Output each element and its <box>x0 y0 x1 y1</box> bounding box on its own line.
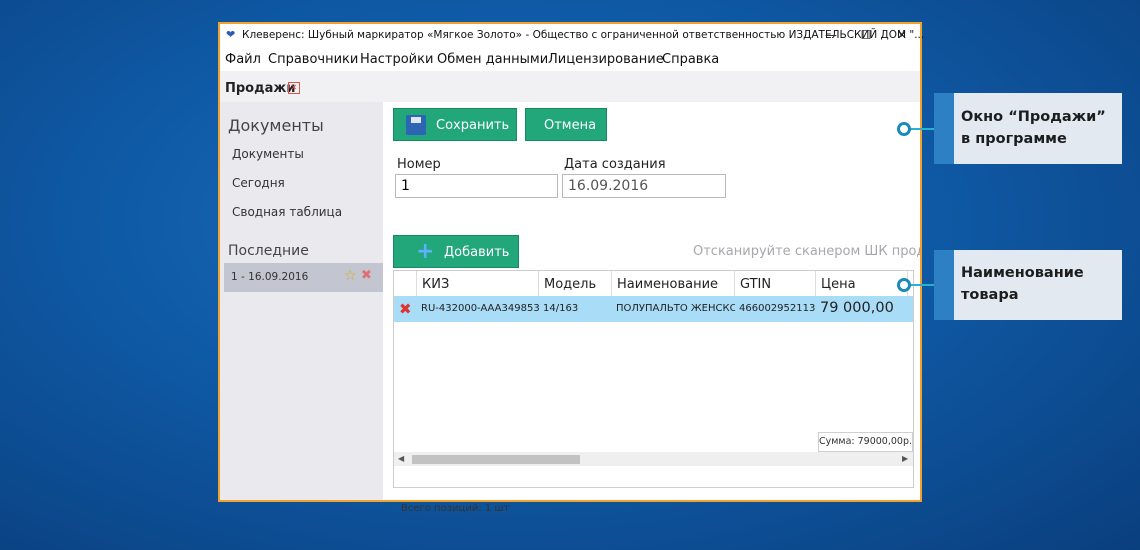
tab-sales[interactable]: Продажи <box>225 81 295 96</box>
callout-sales-window: Окно “Продажи” в программе <box>934 93 1122 164</box>
callout-connector <box>908 284 934 286</box>
menu-help[interactable]: Справка <box>662 52 719 67</box>
cell-gtin: 4660029521137 <box>739 303 816 314</box>
menu-file[interactable]: Файл <box>225 52 261 67</box>
save-button[interactable]: Сохранить <box>393 108 517 141</box>
date-label: Дата создания <box>564 157 666 172</box>
tab-row: Продажи ✕ <box>220 71 920 102</box>
sum-total: Сумма: 79000,00р. <box>818 432 913 452</box>
column-header-gtin[interactable]: GTIN <box>735 271 816 296</box>
scroll-left-icon[interactable]: ◀ <box>398 452 404 466</box>
callout-product-line-1: Наименование <box>961 265 1084 281</box>
title-bar: ❤ Клеверенс: Шубный маркиратор «Мягкое З… <box>220 24 924 47</box>
recent-item-label: 1 - 16.09.2016 <box>231 271 309 283</box>
callout-sales-line-1: Окно “Продажи” <box>961 109 1106 125</box>
delete-icon[interactable]: ✖ <box>361 268 372 283</box>
number-field[interactable]: 1 <box>395 174 558 198</box>
scan-hint: Отсканируйте сканером ШК проданный КИЗ и… <box>693 244 920 259</box>
sidebar-documents-header: Документы <box>228 116 324 135</box>
table-header: КИЗ Модель Наименование GTIN Цена <box>394 271 913 296</box>
plus-icon: + <box>416 239 435 264</box>
menu-references[interactable]: Справочники <box>268 52 358 67</box>
cell-name: ПОЛУПАЛЬТО ЖЕНСКО... <box>616 303 735 314</box>
cell-model: 14/163 <box>543 303 579 314</box>
cancel-button-label: Отмена <box>544 118 597 133</box>
minimize-button[interactable]: — <box>816 26 846 45</box>
tab-close-icon[interactable]: ✕ <box>288 82 300 94</box>
callout-connector <box>908 128 934 130</box>
callout-marker <box>897 122 911 136</box>
scroll-right-icon[interactable]: ▶ <box>902 452 908 466</box>
sidebar: Документы Документы Сегодня Сводная табл… <box>220 102 383 500</box>
horizontal-scrollbar[interactable]: ◀ ▶ <box>394 452 913 466</box>
maximize-button[interactable]: ☐ <box>851 26 881 45</box>
items-table: КИЗ Модель Наименование GTIN Цена ✖ RU-4… <box>393 270 914 488</box>
scroll-thumb[interactable] <box>412 455 580 464</box>
callout-product-line-2: товара <box>961 287 1019 303</box>
sales-window: ❤ Клеверенс: Шубный маркиратор «Мягкое З… <box>218 22 924 514</box>
callout-marker <box>897 278 911 292</box>
menu-data-exchange[interactable]: Обмен данными <box>437 52 548 67</box>
number-label: Номер <box>397 157 441 172</box>
table-row[interactable]: ✖ RU-432000-AAA3498532 14/163 ПОЛУПАЛЬТО… <box>394 296 913 322</box>
sidebar-item-summary[interactable]: Сводная таблица <box>232 205 342 219</box>
star-icon[interactable]: ☆ <box>344 268 357 284</box>
cell-kiz: RU-432000-AAA3498532 <box>421 303 539 314</box>
column-header-kiz[interactable]: КИЗ <box>417 271 539 296</box>
add-button-label: Добавить <box>444 245 510 260</box>
sidebar-item-today[interactable]: Сегодня <box>232 176 285 190</box>
callout-sales-line-2: в программе <box>961 131 1067 147</box>
floppy-disk-icon <box>406 115 426 135</box>
sidebar-item-documents[interactable]: Документы <box>232 147 304 161</box>
remove-row-icon[interactable]: ✖ <box>399 300 412 318</box>
app-logo-icon: ❤ <box>226 28 236 41</box>
sidebar-recent-header: Последние <box>228 243 309 259</box>
date-field[interactable]: 16.09.2016 <box>562 174 726 198</box>
menu-licensing[interactable]: Лицензирование <box>548 52 664 67</box>
column-header-price[interactable]: Цена <box>816 271 908 296</box>
add-button[interactable]: + Добавить <box>393 235 519 268</box>
column-header-delete <box>394 271 417 296</box>
column-header-name[interactable]: Наименование <box>612 271 735 296</box>
sidebar-recent-item[interactable]: 1 - 16.09.2016 ☆ ✖ <box>224 263 383 292</box>
menu-bar: Файл Справочники Настройки Обмен данными… <box>220 49 920 71</box>
main-panel: Сохранить Отмена Номер 1 Дата создания 1… <box>385 102 920 514</box>
menu-settings[interactable]: Настройки <box>360 52 433 67</box>
cell-price: 79 000,00 <box>820 300 894 316</box>
close-window-button[interactable]: ✕ <box>887 26 917 45</box>
callout-product-name: Наименование товара <box>934 250 1122 320</box>
save-button-label: Сохранить <box>436 118 510 133</box>
column-header-model[interactable]: Модель <box>539 271 612 296</box>
cancel-button[interactable]: Отмена <box>525 108 607 141</box>
positions-count: Всего позиций: 1 шт <box>401 503 510 514</box>
